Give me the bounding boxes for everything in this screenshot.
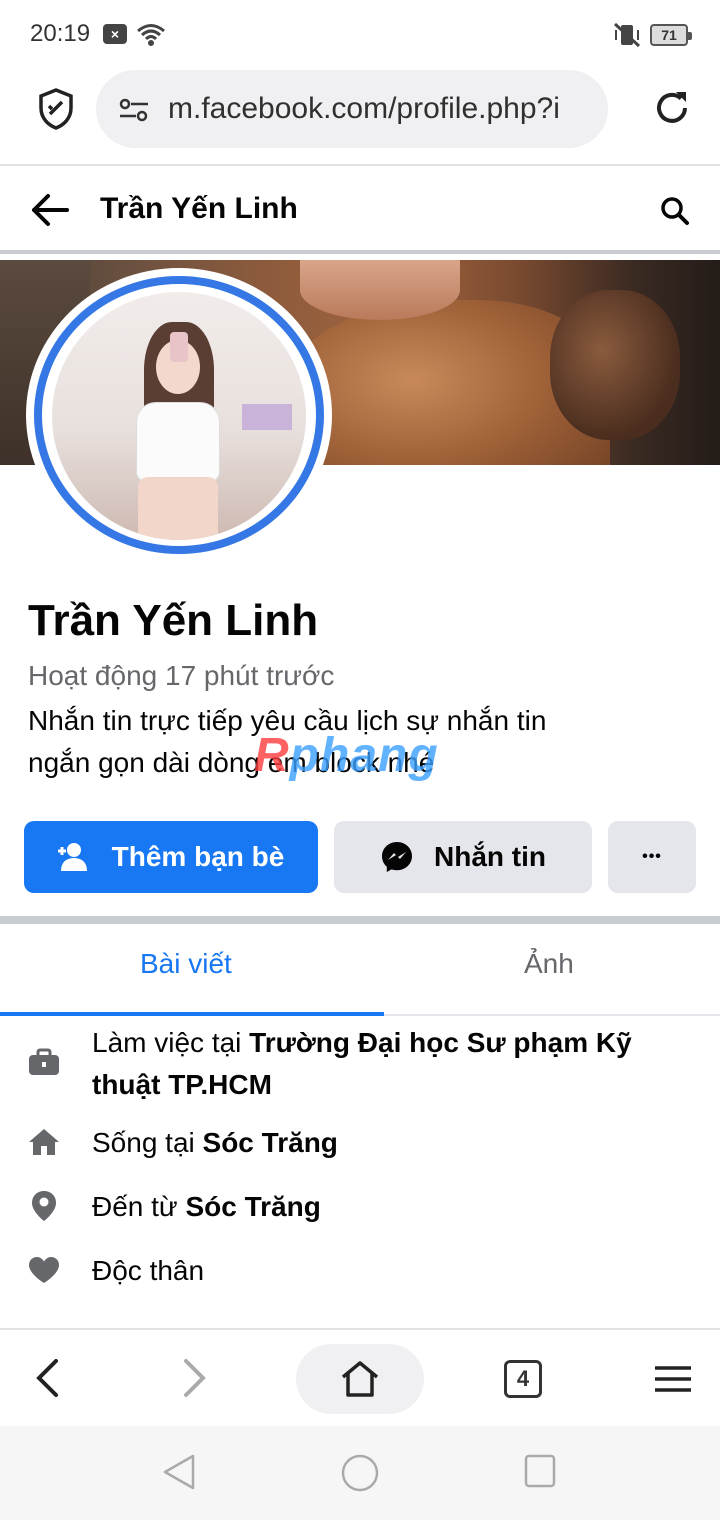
messenger-icon [380,840,414,874]
notification-icon: × [103,24,127,44]
cover-head-shape [550,290,680,440]
profile-tabs: Bài viết Ảnh [0,924,720,1016]
home-outline-icon [341,1361,379,1397]
message-button[interactable]: Nhắn tin [334,821,592,893]
page-title: Trần Yến Linh [100,192,298,225]
more-button[interactable]: ••• [608,821,696,893]
wifi-icon [136,22,166,53]
avatar-skin-shape [138,477,218,540]
avatar-phone-shape [170,332,188,362]
watermark-rest: phang [289,729,439,782]
avatar-top-shape [136,402,220,482]
lives-place[interactable]: Sóc Trăng [203,1127,338,1158]
location-pin-icon [26,1188,62,1224]
nav-home-icon[interactable] [341,1454,379,1497]
url-text[interactable]: m.facebook.com/profile.php?i [168,92,598,126]
status-bar: 20:19 × 71 [0,0,720,70]
work-prefix: Làm việc tại [92,1027,250,1058]
home-icon [26,1124,62,1160]
watermark: Rphang [254,728,439,783]
cover-hands-shape [300,260,460,320]
add-friend-label: Thêm bạn bè [111,841,285,872]
message-label: Nhắn tin [434,841,546,872]
site-settings-icon[interactable] [118,96,150,129]
tab-posts[interactable]: Bài viết [140,948,232,980]
browser-back-icon[interactable] [34,1358,60,1403]
tab-count-button[interactable]: 4 [504,1360,542,1398]
section-divider [0,916,720,924]
address-bar[interactable]: m.facebook.com/profile.php?i [96,70,608,148]
relationship-status: Độc thân [92,1255,205,1286]
from-prefix: Đến từ [92,1191,186,1222]
add-friend-button[interactable]: Thêm bạn bè [24,821,318,893]
shield-icon[interactable] [38,88,74,135]
add-friend-icon [57,841,92,873]
active-status: Hoạt động 17 phút trước [28,660,335,691]
watermark-first: R [254,729,290,782]
battery-icon: 71 [650,24,692,46]
vibrate-off-icon [612,22,642,53]
active-tab-indicator [0,1012,384,1016]
system-nav-bar [0,1426,720,1520]
avatar[interactable] [52,292,306,540]
browser-toolbar: m.facebook.com/profile.php?i [0,70,720,166]
page-header: Trần Yến Linh [0,168,720,254]
tab-photos[interactable]: Ảnh [524,948,574,980]
more-label: ••• [642,848,662,865]
nav-recents-icon[interactable] [524,1454,556,1493]
briefcase-icon [26,1044,62,1080]
search-icon[interactable] [660,196,690,231]
heart-icon [26,1252,62,1288]
browser-bottom-bar: 4 [0,1328,720,1426]
browser-forward-icon[interactable] [182,1358,208,1403]
browser-home-button[interactable] [296,1344,424,1414]
from-place[interactable]: Sóc Trăng [185,1191,320,1222]
nav-back-icon[interactable] [162,1454,196,1495]
reload-icon[interactable] [652,88,692,133]
lives-prefix: Sống tại [92,1127,203,1158]
status-time: 20:19 [30,20,91,47]
browser-menu-icon[interactable] [654,1366,692,1397]
back-arrow-icon[interactable] [30,192,70,233]
profile-name: Trần Yến Linh [28,596,319,645]
avatar-shelf-shape [242,404,292,430]
